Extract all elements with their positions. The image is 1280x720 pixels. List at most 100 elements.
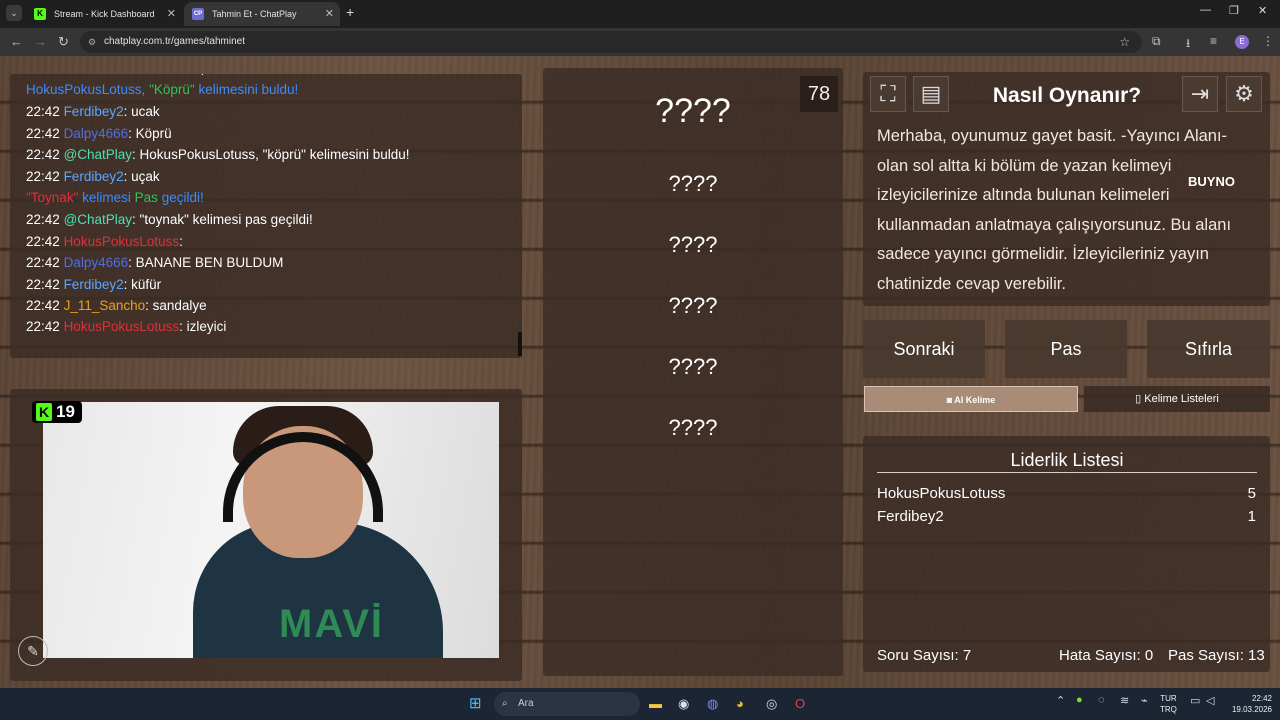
leader-score: 1 [1247,508,1256,525]
chat-time: 22:42 [26,277,60,292]
main-word: ???? [655,92,731,130]
chat-username[interactable]: @ChatPlay [64,212,132,227]
pass-word: Pas [134,190,158,205]
chat-username[interactable]: @ChatPlay [64,147,132,162]
close-window-icon[interactable]: ✕ [1258,4,1267,17]
forward-icon[interactable]: → [34,34,47,49]
chat-username[interactable]: "Toynak" [26,190,78,205]
chat-text: : küfür [123,277,162,292]
volume-icon[interactable]: ◁ [1206,694,1214,707]
new-tab-button[interactable]: + [346,4,354,20]
forbidden-word: ???? [668,171,718,196]
extensions-icon[interactable]: ⧉ [1152,34,1161,49]
chrome-icon[interactable]: ◕ [736,696,744,711]
chat-message: 22:42 Ferdibey2: uçak [26,169,160,184]
display-icon[interactable]: ▭ [1190,694,1200,707]
leader-score: 5 [1247,485,1256,502]
file-explorer-icon[interactable]: ▬ [649,696,662,711]
restore-icon[interactable]: ❐ [1229,4,1239,17]
close-tab-icon[interactable]: ✕ [325,2,334,26]
viewer-count: 19 [56,402,75,421]
chatplay-favicon-icon: CP [192,8,204,20]
mic-icon[interactable]: ⌁ [1141,694,1148,707]
media-icon[interactable]: ≡ [1210,34,1217,48]
bookmark-star-icon[interactable]: ☆ [1119,31,1130,53]
site-info-icon[interactable]: ⚙ [88,31,96,53]
list-icon: ▯ [1135,393,1145,405]
tray-sync-icon[interactable]: ◌ [1098,694,1105,706]
chat-username[interactable]: HokusPokusLotuss [64,234,180,249]
system-clock[interactable]: 22:42 19.03.2026 [1222,693,1272,715]
search-placeholder: Ara [518,698,534,709]
chat-message: 22:42 Dalpy4666: BANANE BEN BULDUM [26,255,283,270]
chat-time: 22:42 [26,147,60,162]
word-lists-button[interactable]: ▯ Kelime Listeleri [1084,386,1270,412]
error-count: Hata Sayısı: 0 [1059,647,1154,664]
tab-chatplay[interactable]: CP Tahmin Et - ChatPlay ✕ [184,2,340,26]
browser-tabbar: ⌄ K Stream - Kick Dashboard ✕ CP Tahmin … [0,0,1280,28]
forbidden-word: ???? [668,415,718,440]
ai-word-button[interactable]: ◙ AI Kelime [864,386,1078,412]
ai-word-label: AI Kelime [954,395,996,405]
chat-username[interactable]: Ferdibey2 [64,277,124,292]
pass-button[interactable]: Pas [1005,320,1127,378]
reload-icon[interactable]: ↻ [58,34,69,50]
shirt-print: MAVİ [279,602,385,646]
url-bar[interactable]: ⚙ chatplay.com.tr/games/tahminet ☆ [80,31,1142,53]
minimize-icon[interactable]: — [1200,4,1211,16]
reset-button[interactable]: Sıfırla [1147,320,1270,378]
tab-kick-dashboard[interactable]: K Stream - Kick Dashboard ✕ [26,2,182,26]
chat-username[interactable]: Dalpy4666 [64,126,129,141]
chat-time: 22:42 [26,255,60,270]
tray-app-icon[interactable]: ● [1076,694,1083,706]
chat-time: 22:42 [26,319,60,334]
language-indicator[interactable]: TUR TRQ [1160,693,1177,715]
tray-chevron-icon[interactable]: ⌃ [1056,694,1065,707]
fullscreen-icon[interactable]: ⛶ [870,76,906,112]
word-lists-label: Kelime Listeleri [1144,393,1219,405]
opera-icon[interactable]: O [795,696,805,711]
chat-text: : izleyici [179,319,227,334]
chat-time: 22:42 [26,74,60,75]
steam-icon[interactable]: ◉ [678,696,689,712]
chat-username[interactable]: J_11_Sancho [64,298,146,313]
tab-label: Stream - Kick Dashboard [54,9,155,19]
taskbar-search[interactable]: ⌕ Ara [494,692,640,716]
chat-message: 22:42 Ferdibey2: küfür [26,277,161,292]
chat-username[interactable]: HokusPokusLotuss [64,74,180,75]
chat-username[interactable]: HokusPokusLotuss [64,319,180,334]
pen-icon[interactable]: ✎ [18,636,48,666]
next-button[interactable]: Sonraki [863,320,985,378]
chat-username[interactable]: Ferdibey2 [64,104,124,119]
download-icon[interactable]: ⭳ [1186,34,1190,55]
chat-message: 22:42 @ChatPlay: HokusPokusLotuss, "köpr… [26,147,410,162]
chat-text: : HokusPokusLotuss, "köprü" kelimesini b… [132,147,410,162]
chat-message: 22:42 HokusPokusLotuss: [26,234,183,249]
document-icon[interactable]: ▤ [913,76,949,112]
menu-kebab-icon[interactable]: ⋮ [1262,34,1274,48]
chat-username[interactable]: HokusPokusLotuss, [26,82,149,97]
chat-text: : [179,234,183,249]
chat-scrollbar[interactable] [518,332,522,356]
leader-name: HokusPokusLotuss [877,485,1006,502]
tab-search-icon[interactable]: ⌄ [6,5,22,21]
close-tab-icon[interactable]: ✕ [167,2,176,26]
chat-username[interactable]: Ferdibey2 [64,169,124,184]
back-icon[interactable]: ← [10,34,23,49]
chat-text: : BANANE BEN BULDUM [128,255,284,270]
obs-icon[interactable]: ◎ [766,696,777,712]
chat-text: : köprü [179,74,220,75]
discord-icon[interactable]: ◍ [707,696,718,712]
chat-username[interactable]: Dalpy4666 [64,255,129,270]
chat-text: : "toynak" kelimesi pas geçildi! [132,212,313,227]
settings-gear-icon[interactable]: ⚙ [1226,76,1262,112]
profile-avatar[interactable]: E [1235,35,1249,49]
start-icon[interactable]: ⊞ [469,694,482,712]
chat-message: 22:42 HokusPokusLotuss: köprü [26,74,220,75]
network-icon[interactable]: ≋ [1120,694,1129,707]
kick-favicon-icon: K [34,8,46,20]
language-code: TUR [1160,694,1177,703]
howto-title: Nasıl Oynanır? [992,84,1142,107]
kick-logo-icon: K [36,403,52,421]
logout-icon[interactable]: ⇥ [1182,76,1218,112]
